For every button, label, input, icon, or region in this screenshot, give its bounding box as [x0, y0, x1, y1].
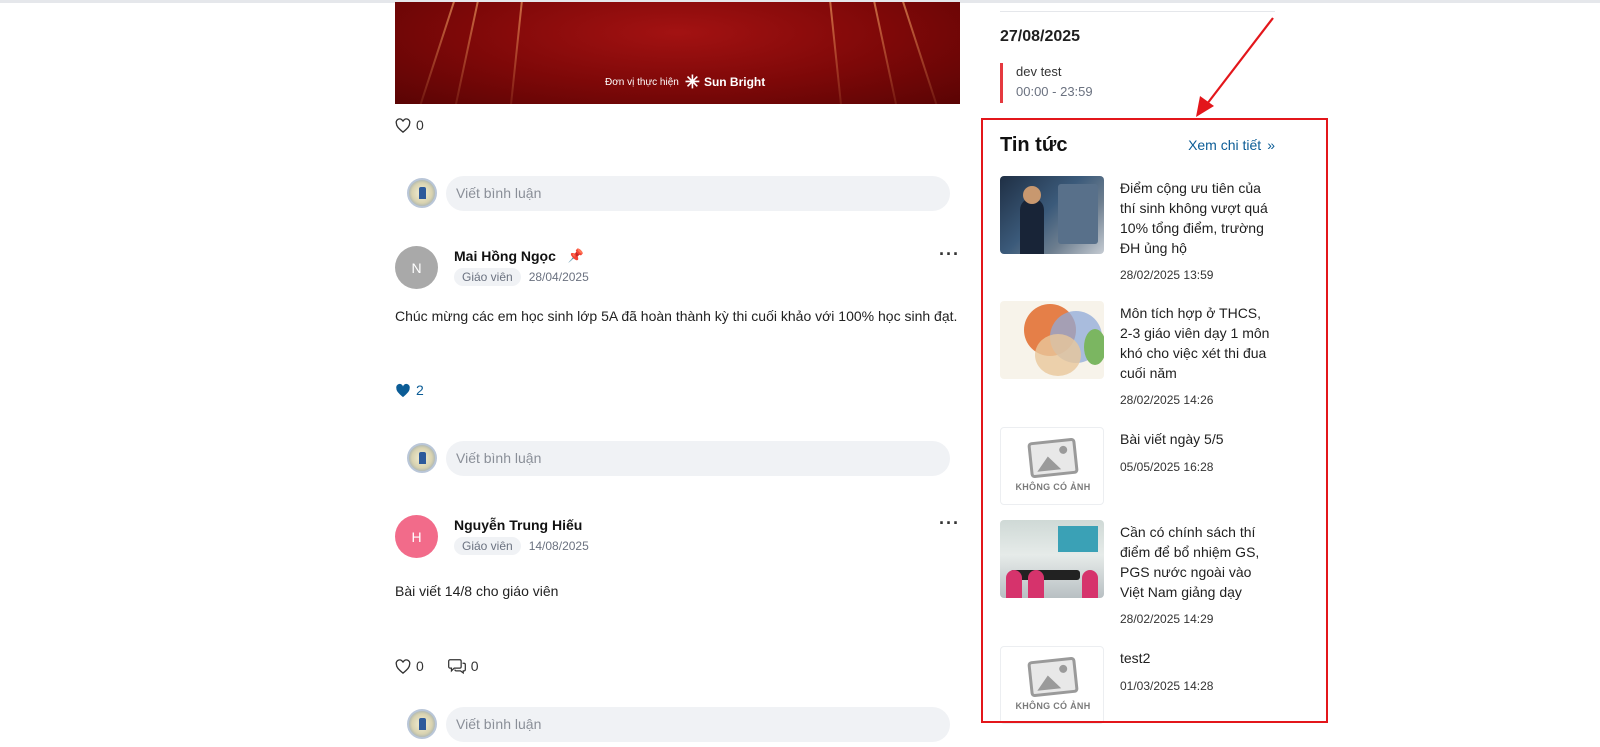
avatar[interactable]: N	[395, 246, 438, 289]
avatar	[407, 443, 437, 473]
pin-icon: 📌	[567, 248, 585, 263]
double-chevron-right-icon: »	[1267, 137, 1275, 153]
annotation-arrow-icon	[1196, 17, 1274, 117]
news-item-date: 28/02/2025 14:29	[1120, 612, 1214, 626]
news-item-title[interactable]: Cần có chính sách thí điểm để bổ nhiệm G…	[1120, 522, 1275, 602]
post-reactions: 0	[395, 117, 424, 133]
post-body: Chúc mừng các em học sinh lớp 5A đã hoàn…	[395, 308, 958, 324]
event-date: 27/08/2025	[1000, 28, 1081, 45]
divider	[1000, 11, 1275, 12]
news-item-title[interactable]: Môn tích hợp ở THCS, 2-3 giáo viên dạy 1…	[1120, 303, 1275, 383]
news-item-date: 28/02/2025 13:59	[1120, 268, 1214, 282]
event-item[interactable]: dev test 00:00 - 23:59	[1000, 63, 1093, 103]
no-image-label: KHÔNG CÓ ẢNH	[1015, 701, 1091, 711]
avatar[interactable]: H	[395, 515, 438, 558]
news-thumbnail[interactable]	[1000, 176, 1104, 254]
like-count: 2	[416, 382, 424, 398]
author-name[interactable]: Mai Hồng Ngọc 📌	[454, 248, 584, 264]
comment-count: 0	[470, 658, 479, 674]
news-item-date: 01/03/2025 14:28	[1120, 679, 1214, 693]
news-thumbnail[interactable]	[1000, 520, 1104, 598]
comment-composer	[407, 439, 950, 477]
like-button[interactable]: 0	[395, 117, 424, 133]
banner-brand-name: Sun Bright	[703, 75, 766, 89]
comment-composer	[407, 705, 950, 743]
news-thumbnail[interactable]: KHÔNG CÓ ẢNH	[1000, 427, 1104, 505]
avatar	[407, 178, 437, 208]
author-name-text: Mai Hồng Ngọc	[454, 248, 556, 264]
event-title: dev test	[1016, 64, 1062, 79]
banner-credit-label: Đơn vị thực hiện	[605, 76, 679, 88]
more-options-icon[interactable]: ···	[939, 245, 960, 263]
news-panel: Tin tức Xem chi tiết » Điểm cộng ưu tiên…	[1000, 130, 1275, 724]
role-badge: Giáo viên	[454, 537, 521, 555]
sun-logo-icon: ✳	[684, 72, 700, 92]
heart-outline-icon	[395, 117, 411, 133]
post-date: 14/08/2025	[528, 539, 589, 553]
like-button[interactable]: 2	[395, 382, 424, 398]
heart-outline-icon	[395, 658, 411, 674]
news-thumbnail[interactable]	[1000, 301, 1104, 379]
view-more-link[interactable]: Xem chi tiết »	[1188, 137, 1275, 153]
comment-input[interactable]	[446, 175, 950, 211]
role-badge: Giáo viên	[454, 268, 521, 286]
event-time: 00:00 - 23:59	[1016, 84, 1093, 99]
post-header: H Nguyễn Trung Hiếu Giáo viên 14/08/2025…	[395, 514, 960, 561]
no-image-icon	[1027, 437, 1079, 479]
comment-input[interactable]	[446, 440, 950, 476]
post-reactions: 2	[395, 382, 424, 398]
no-image-icon	[1027, 656, 1079, 698]
author-name-text: Nguyễn Trung Hiếu	[454, 517, 583, 533]
news-item-title[interactable]: Điểm cộng ưu tiên của thí sinh không vượ…	[1120, 178, 1275, 258]
post-date: 28/04/2025	[528, 270, 589, 284]
post-meta: Giáo viên 28/04/2025	[454, 268, 589, 286]
post-banner-image[interactable]: Đơn vị thực hiện ✳ Sun Bright	[395, 2, 960, 104]
news-item-date: 05/05/2025 16:28	[1120, 460, 1214, 474]
news-thumbnail[interactable]: KHÔNG CÓ ẢNH	[1000, 646, 1104, 724]
comment-button[interactable]: 0	[447, 658, 479, 674]
post-body: Bài viết 14/8 cho giáo viên	[395, 583, 559, 599]
avatar	[407, 709, 437, 739]
no-image-label: KHÔNG CÓ ẢNH	[1015, 482, 1091, 492]
post-meta: Giáo viên 14/08/2025	[454, 537, 589, 555]
post-reactions: 0 0	[395, 658, 479, 674]
banner-brand: ✳ Sun Bright	[684, 72, 766, 92]
more-options-icon[interactable]: ···	[939, 514, 960, 532]
banner-credit: Đơn vị thực hiện ✳ Sun Bright	[605, 72, 766, 92]
comment-composer	[407, 174, 950, 212]
news-title: Tin tức	[1000, 133, 1068, 156]
news-item-title[interactable]: test2	[1120, 648, 1275, 668]
view-more-label: Xem chi tiết	[1188, 137, 1262, 153]
like-count: 0	[416, 658, 424, 674]
news-item-date: 28/02/2025 14:26	[1120, 393, 1214, 407]
comment-input[interactable]	[446, 706, 950, 742]
author-name[interactable]: Nguyễn Trung Hiếu	[454, 517, 582, 533]
post-header: N Mai Hồng Ngọc 📌 Giáo viên 28/04/2025 ·…	[395, 245, 960, 292]
comment-icon	[447, 659, 466, 674]
heart-filled-icon	[396, 383, 410, 397]
like-button[interactable]: 0	[395, 658, 424, 674]
like-count: 0	[416, 117, 424, 133]
news-item-title[interactable]: Bài viết ngày 5/5	[1120, 429, 1275, 449]
news-header: Tin tức Xem chi tiết »	[1000, 130, 1275, 160]
